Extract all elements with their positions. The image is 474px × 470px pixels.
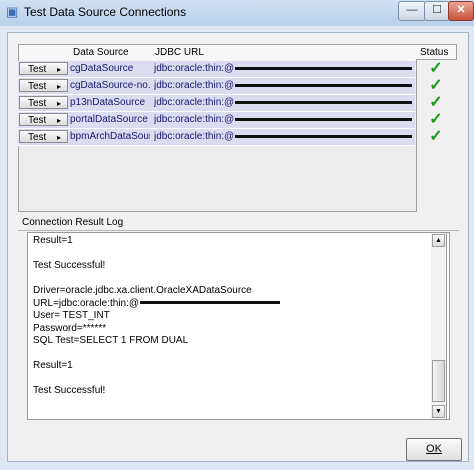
result-log[interactable]: Result=1 Test Successful! Driver=oracle.jd… <box>27 232 450 420</box>
check-icon: ✓ <box>429 128 443 145</box>
arrow-icon: ▸ <box>56 82 61 91</box>
data-source-cell: cgDataSource-no... <box>70 80 150 91</box>
window-frame: Data Source JDBC URL Status Test ▸ cgDataS… <box>0 26 474 470</box>
jdbc-url-text: jdbc:oracle:thin:@ <box>154 80 235 91</box>
table-header: Data Source JDBC URL <box>19 45 416 62</box>
log-line-text: Password=****** <box>33 322 107 334</box>
test-button[interactable]: Test ▸ <box>19 130 68 143</box>
log-label: Connection Result Log <box>22 217 124 228</box>
close-button[interactable]: ✕ <box>448 1 474 21</box>
divider <box>18 230 459 231</box>
status-cell: ✓ <box>416 61 456 77</box>
redaction-bar <box>235 83 412 87</box>
data-source-cell: p13nDataSource <box>70 97 146 108</box>
jdbc-url-text: jdbc:oracle:thin:@ <box>154 114 235 125</box>
test-button[interactable]: Test ▸ <box>19 62 68 75</box>
ok-button[interactable]: OK <box>406 438 462 461</box>
title-bar: ▣ Test Data Source Connections — ☐ ✕ <box>0 0 474 27</box>
redaction-bar <box>140 301 281 305</box>
log-line: Test Successful! <box>33 260 280 273</box>
scroll-thumb[interactable] <box>432 360 445 402</box>
test-button[interactable]: Test ▸ <box>19 79 68 92</box>
arrow-icon: ▸ <box>56 133 61 142</box>
arrow-icon: ▸ <box>56 99 61 108</box>
log-line: Password=****** <box>33 323 280 336</box>
log-scrollbar[interactable]: ▲ ▼ <box>431 232 447 420</box>
log-line-text: Test Successful! <box>33 260 106 271</box>
check-icon: ✓ <box>429 77 443 94</box>
log-line-text: Result=1 <box>33 235 73 246</box>
window-icon: ▣ <box>6 4 19 19</box>
log-line-text: Result=1 <box>33 360 73 371</box>
log-line-text: Driver=oracle.jdbc.xa.client.OracleXADat… <box>33 285 252 296</box>
status-cell: ✓ <box>416 78 456 94</box>
column-header-status: Status <box>420 47 449 58</box>
arrow-icon: ▸ <box>56 65 61 74</box>
log-line: User= TEST_INT <box>33 310 280 323</box>
redaction-bar <box>235 117 412 121</box>
jdbc-url-cell: jdbc:oracle:thin:@OR... <box>154 131 412 142</box>
test-button-label: Test <box>28 115 47 126</box>
data-source-cell: portalDataSource <box>70 114 148 125</box>
jdbc-url-cell: jdbc:oracle:thin:@OR... <box>154 80 412 91</box>
test-button-label: Test <box>28 64 47 75</box>
table-row[interactable]: Test ▸ cgDataSource jdbc:oracle:thin:@OR... <box>18 61 415 78</box>
arrow-icon: ▸ <box>56 116 61 125</box>
scroll-down-button[interactable]: ▼ <box>432 405 445 418</box>
check-icon: ✓ <box>429 60 443 77</box>
scroll-up-button[interactable]: ▲ <box>432 234 445 247</box>
column-header-jdbc-url: JDBC URL <box>155 47 204 58</box>
test-button[interactable]: Test ▸ <box>19 96 68 109</box>
redaction-bar <box>235 66 412 70</box>
log-line: SQL Test=SELECT 1 FROM DUAL <box>33 335 280 348</box>
log-line: Result=1 <box>33 360 280 373</box>
test-button-label: Test <box>28 81 47 92</box>
log-line-text: SQL Test=SELECT 1 FROM DUAL <box>33 335 189 346</box>
test-button-label: Test <box>28 98 47 109</box>
table-row[interactable]: Test ▸ cgDataSource-no... jdbc:oracle:thin:… <box>18 78 415 95</box>
log-line-text: Test Successful! <box>33 385 106 396</box>
status-cell: ✓ <box>416 129 456 145</box>
data-source-cell: cgDataSource <box>70 63 134 74</box>
status-header-cell: Status <box>416 44 457 60</box>
data-source-cell: bpmArchDataSour... <box>70 131 150 142</box>
dialog-content: Data Source JDBC URL Status Test ▸ cgDataS… <box>7 32 469 462</box>
jdbc-url-text: jdbc:oracle:thin:@ <box>154 97 235 108</box>
test-button[interactable]: Test ▸ <box>19 113 68 126</box>
jdbc-url-cell: jdbc:oracle:thin:@OR... <box>154 114 412 125</box>
test-button-label: Test <box>28 132 47 143</box>
jdbc-url-cell: jdbc:oracle:thin:@OR... <box>154 97 412 108</box>
jdbc-url-cell: jdbc:oracle:thin:@OR... <box>154 63 412 74</box>
log-line: URL=jdbc:oracle:thin:@ <box>33 297 281 311</box>
status-cell: ✓ <box>416 95 456 111</box>
log-text: Result=1 Test Successful! Driver=oracle.jd… <box>33 235 281 398</box>
table-row[interactable]: Test ▸ portalDataSource jdbc:oracle:thin:@O… <box>18 112 415 129</box>
log-line: Result=1 <box>33 235 280 248</box>
redaction-bar <box>235 134 412 138</box>
table-row[interactable]: Test ▸ bpmArchDataSour... jdbc:oracle:thin:… <box>18 129 415 146</box>
jdbc-url-text: jdbc:oracle:thin:@ <box>154 131 235 142</box>
check-icon: ✓ <box>429 111 443 128</box>
log-line: Test Successful! <box>33 385 280 398</box>
minimize-button[interactable]: — <box>398 1 426 21</box>
check-icon: ✓ <box>429 94 443 111</box>
status-cell: ✓ <box>416 112 456 128</box>
window-title: Test Data Source Connections <box>24 5 187 19</box>
log-line-text: User= TEST_INT <box>33 310 110 321</box>
ok-label: OK <box>426 443 442 455</box>
redaction-bar <box>235 100 412 104</box>
column-header-data-source: Data Source <box>73 47 129 58</box>
log-line: Driver=oracle.jdbc.xa.client.OracleXADat… <box>33 285 280 298</box>
log-line-text: URL=jdbc:oracle:thin:@ <box>33 297 140 309</box>
jdbc-url-text: jdbc:oracle:thin:@ <box>154 63 235 74</box>
table-row[interactable]: Test ▸ p13nDataSource jdbc:oracle:thin:@OR.… <box>18 95 415 112</box>
maximize-button[interactable]: ☐ <box>424 1 450 21</box>
